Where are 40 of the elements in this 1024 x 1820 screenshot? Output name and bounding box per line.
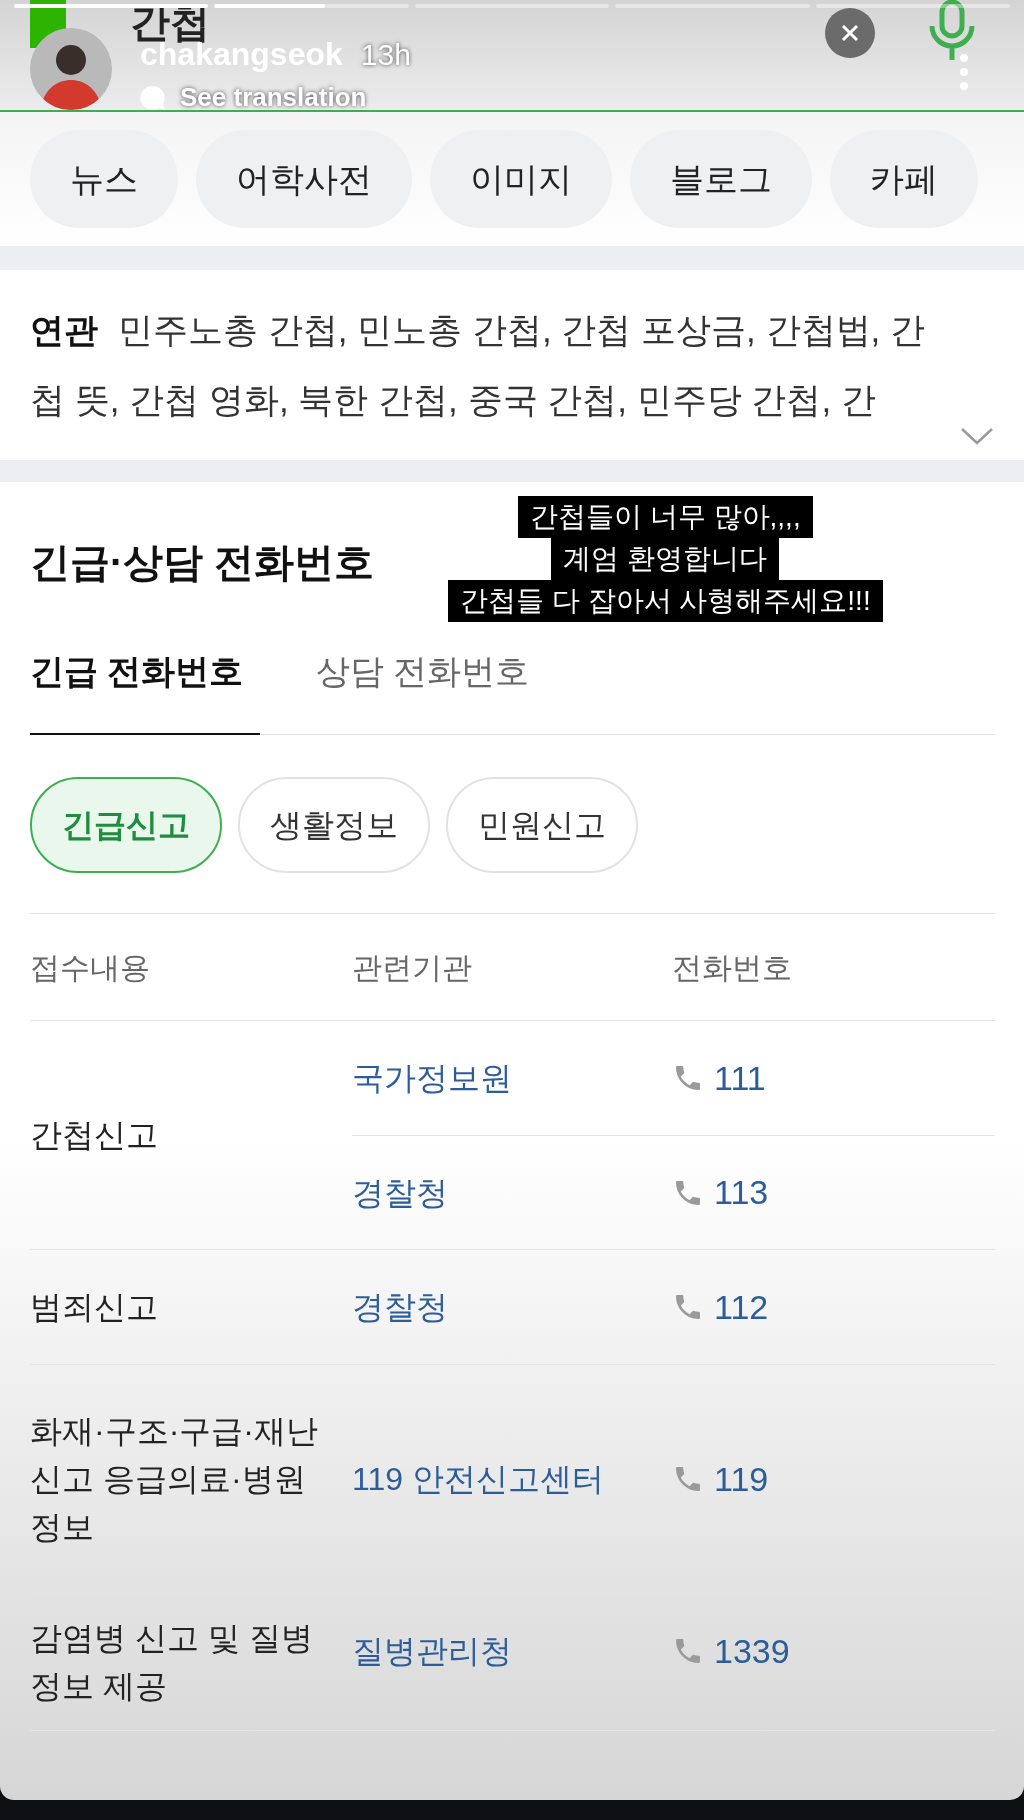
column-header: 접수내용	[30, 949, 151, 986]
see-translation-link[interactable]: See translation	[180, 78, 367, 117]
category-chip[interactable]: 뉴스	[30, 130, 178, 228]
agency-link[interactable]: 119 안전신고센터	[352, 1455, 672, 1503]
phone-number-link[interactable]: 113	[714, 1167, 769, 1218]
related-searches-text[interactable]: 첩 뜻, 간첩 영화, 북한 간첩, 중국 간첩, 민주당 간첩, 간	[30, 374, 960, 427]
phone-number-link[interactable]: 112	[714, 1281, 769, 1333]
tab[interactable]: 긴급 전화번호	[30, 642, 260, 735]
chevron-down-icon[interactable]	[960, 426, 994, 446]
table-cell-text: 범죄신고	[30, 1288, 158, 1327]
table-cell-text: 화재·구조·구급·재난신고 응급의료·병원 정보	[30, 1412, 319, 1547]
category-chip[interactable]: 이미지	[430, 130, 612, 228]
speech-bubble-icon	[140, 84, 166, 111]
column-header: 전화번호	[672, 949, 793, 986]
caption-text: 간첩들이 너무 많아,,,,	[518, 496, 813, 538]
phone-number-link[interactable]: 1339	[714, 1625, 790, 1677]
agency-link[interactable]: 질병관리청	[352, 1627, 672, 1675]
filter-chip[interactable]: 긴급신고	[30, 777, 222, 873]
table-cell-text: 감염병 신고 및 질병 정보 제공	[30, 1619, 314, 1706]
caption-text: 간첩들 다 잡아서 사형해주세요!!!	[448, 580, 883, 622]
phone-number-link[interactable]: 119	[714, 1453, 769, 1505]
filter-chip[interactable]: 생활정보	[238, 777, 430, 873]
section-title: 긴급·상담 전화번호	[30, 539, 375, 586]
agency-link[interactable]: 경찰청	[352, 1283, 672, 1331]
tab[interactable]: 상담 전화번호	[316, 642, 530, 735]
agency-link[interactable]: 국가정보원	[352, 1054, 672, 1102]
agency-link[interactable]: 경찰청	[352, 1168, 672, 1217]
related-label: 연관	[30, 309, 98, 351]
phone-number-link[interactable]: 111	[714, 1052, 766, 1104]
clear-button[interactable]	[825, 8, 875, 58]
category-chip[interactable]: 블로그	[630, 130, 812, 228]
category-chip[interactable]: 카페	[830, 130, 978, 228]
filter-chip[interactable]: 민원신고	[446, 777, 638, 873]
related-searches-text[interactable]: 민주노총 간첩, 민노총 간첩, 간첩 포상금, 간첩법, 간	[118, 303, 925, 356]
caption-text: 계엄 환영합니다	[551, 538, 780, 580]
close-icon	[840, 23, 860, 43]
category-chip[interactable]: 어학사전	[196, 130, 412, 228]
column-header: 관련기관	[352, 949, 473, 986]
table-cell-text: 간첩신고	[30, 1116, 158, 1155]
search-query: 간첩	[130, 2, 210, 42]
